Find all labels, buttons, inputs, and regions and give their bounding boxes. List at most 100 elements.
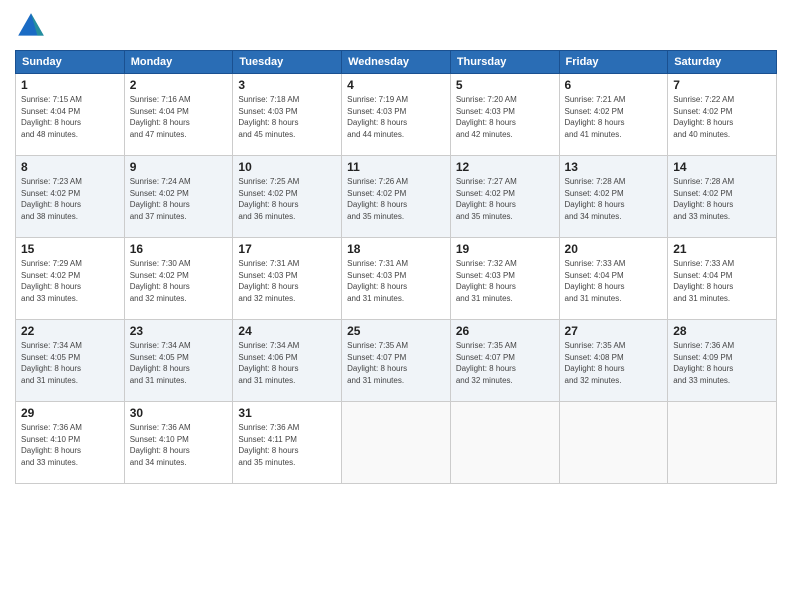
day-cell: 31 Sunrise: 7:36 AM Sunset: 4:11 PM Dayli… (233, 402, 342, 484)
day-cell: 18Sunrise: 7:31 AM Sunset: 4:03 PM Dayli… (342, 238, 451, 320)
day-number: 12 (456, 160, 554, 174)
day-cell: 2Sunrise: 7:16 AM Sunset: 4:04 PM Daylig… (124, 74, 233, 156)
day-cell: 24 Sunrise: 7:34 AM Sunset: 4:06 PM Dayli… (233, 320, 342, 402)
day-info: Sunrise: 7:22 AM Sunset: 4:02 PM Dayligh… (673, 94, 771, 140)
day-info: Sunrise: 7:23 AM Sunset: 4:02 PM Dayligh… (21, 176, 119, 222)
day-number: 30 (130, 406, 228, 420)
day-number: 8 (21, 160, 119, 174)
day-cell: 19Sunrise: 7:32 AM Sunset: 4:03 PM Dayli… (450, 238, 559, 320)
week-row-3: 15 Sunrise: 7:29 AM Sunset: 4:02 PM Dayli… (16, 238, 777, 320)
day-number: 15 (21, 242, 119, 256)
week-row-1: 1 Sunrise: 7:15 AM Sunset: 4:04 PM Daylig… (16, 74, 777, 156)
day-cell: 14 Sunrise: 7:28 AM Sunset: 4:02 PM Dayli… (668, 156, 777, 238)
day-number: 16 (130, 242, 228, 256)
day-info: Sunrise: 7:36 AM Sunset: 4:10 PM Dayligh… (21, 422, 119, 468)
day-number: 11 (347, 160, 445, 174)
day-number: 13 (565, 160, 663, 174)
logo-icon (15, 10, 47, 42)
day-info: Sunrise: 7:28 AM Sunset: 4:02 PM Dayligh… (565, 176, 663, 222)
calendar-table: SundayMondayTuesdayWednesdayThursdayFrid… (15, 50, 777, 484)
day-info: Sunrise: 7:15 AM Sunset: 4:04 PM Dayligh… (21, 94, 119, 140)
day-info: Sunrise: 7:36 AM Sunset: 4:10 PM Dayligh… (130, 422, 228, 468)
day-cell (342, 402, 451, 484)
day-cell: 4 Sunrise: 7:19 AM Sunset: 4:03 PM Daylig… (342, 74, 451, 156)
day-number: 1 (21, 78, 119, 92)
day-cell: 11 Sunrise: 7:26 AM Sunset: 4:02 PM Dayli… (342, 156, 451, 238)
calendar-page: SundayMondayTuesdayWednesdayThursdayFrid… (0, 0, 792, 612)
day-info: Sunrise: 7:20 AM Sunset: 4:03 PM Dayligh… (456, 94, 554, 140)
day-info: Sunrise: 7:24 AM Sunset: 4:02 PM Dayligh… (130, 176, 228, 222)
day-cell: 20Sunrise: 7:33 AM Sunset: 4:04 PM Dayli… (559, 238, 668, 320)
day-number: 28 (673, 324, 771, 338)
day-number: 27 (565, 324, 663, 338)
day-number: 26 (456, 324, 554, 338)
day-number: 10 (238, 160, 336, 174)
day-info: Sunrise: 7:28 AM Sunset: 4:02 PM Dayligh… (673, 176, 771, 222)
weekday-saturday: Saturday (668, 51, 777, 74)
weekday-thursday: Thursday (450, 51, 559, 74)
day-number: 24 (238, 324, 336, 338)
day-info: Sunrise: 7:16 AM Sunset: 4:04 PM Dayligh… (130, 94, 228, 140)
day-info: Sunrise: 7:33 AM Sunset: 4:04 PM Dayligh… (673, 258, 771, 304)
day-info: Sunrise: 7:25 AM Sunset: 4:02 PM Dayligh… (238, 176, 336, 222)
day-cell: 23 Sunrise: 7:34 AM Sunset: 4:05 PM Dayli… (124, 320, 233, 402)
day-info: Sunrise: 7:19 AM Sunset: 4:03 PM Dayligh… (347, 94, 445, 140)
day-cell: 9 Sunrise: 7:24 AM Sunset: 4:02 PM Daylig… (124, 156, 233, 238)
day-cell: 8 Sunrise: 7:23 AM Sunset: 4:02 PM Daylig… (16, 156, 125, 238)
day-info: Sunrise: 7:31 AM Sunset: 4:03 PM Dayligh… (347, 258, 445, 304)
day-cell: 26Sunrise: 7:35 AM Sunset: 4:07 PM Dayli… (450, 320, 559, 402)
weekday-tuesday: Tuesday (233, 51, 342, 74)
day-number: 31 (238, 406, 336, 420)
day-cell: 17 Sunrise: 7:31 AM Sunset: 4:03 PM Dayli… (233, 238, 342, 320)
day-number: 9 (130, 160, 228, 174)
day-info: Sunrise: 7:32 AM Sunset: 4:03 PM Dayligh… (456, 258, 554, 304)
day-cell: 27 Sunrise: 7:35 AM Sunset: 4:08 PM Dayli… (559, 320, 668, 402)
weekday-sunday: Sunday (16, 51, 125, 74)
day-number: 23 (130, 324, 228, 338)
day-number: 6 (565, 78, 663, 92)
day-number: 3 (238, 78, 336, 92)
day-number: 17 (238, 242, 336, 256)
logo (15, 10, 51, 42)
day-cell: 1 Sunrise: 7:15 AM Sunset: 4:04 PM Daylig… (16, 74, 125, 156)
day-info: Sunrise: 7:34 AM Sunset: 4:05 PM Dayligh… (130, 340, 228, 386)
weekday-wednesday: Wednesday (342, 51, 451, 74)
day-number: 4 (347, 78, 445, 92)
day-cell: 25Sunrise: 7:35 AM Sunset: 4:07 PM Dayli… (342, 320, 451, 402)
day-number: 22 (21, 324, 119, 338)
day-cell (559, 402, 668, 484)
day-number: 5 (456, 78, 554, 92)
day-number: 20 (565, 242, 663, 256)
day-number: 21 (673, 242, 771, 256)
day-cell: 6Sunrise: 7:21 AM Sunset: 4:02 PM Daylig… (559, 74, 668, 156)
day-info: Sunrise: 7:31 AM Sunset: 4:03 PM Dayligh… (238, 258, 336, 304)
day-info: Sunrise: 7:18 AM Sunset: 4:03 PM Dayligh… (238, 94, 336, 140)
day-info: Sunrise: 7:35 AM Sunset: 4:07 PM Dayligh… (347, 340, 445, 386)
day-info: Sunrise: 7:36 AM Sunset: 4:11 PM Dayligh… (238, 422, 336, 468)
day-cell: 15 Sunrise: 7:29 AM Sunset: 4:02 PM Dayli… (16, 238, 125, 320)
day-cell (668, 402, 777, 484)
day-cell: 28Sunrise: 7:36 AM Sunset: 4:09 PM Dayli… (668, 320, 777, 402)
week-row-4: 22 Sunrise: 7:34 AM Sunset: 4:05 PM Dayli… (16, 320, 777, 402)
day-cell: 21 Sunrise: 7:33 AM Sunset: 4:04 PM Dayli… (668, 238, 777, 320)
day-info: Sunrise: 7:27 AM Sunset: 4:02 PM Dayligh… (456, 176, 554, 222)
day-cell: 16 Sunrise: 7:30 AM Sunset: 4:02 PM Dayli… (124, 238, 233, 320)
day-info: Sunrise: 7:34 AM Sunset: 4:06 PM Dayligh… (238, 340, 336, 386)
day-cell: 29 Sunrise: 7:36 AM Sunset: 4:10 PM Dayli… (16, 402, 125, 484)
day-info: Sunrise: 7:35 AM Sunset: 4:08 PM Dayligh… (565, 340, 663, 386)
week-row-5: 29 Sunrise: 7:36 AM Sunset: 4:10 PM Dayli… (16, 402, 777, 484)
day-cell: 3 Sunrise: 7:18 AM Sunset: 4:03 PM Daylig… (233, 74, 342, 156)
day-cell: 10 Sunrise: 7:25 AM Sunset: 4:02 PM Dayli… (233, 156, 342, 238)
weekday-monday: Monday (124, 51, 233, 74)
day-cell: 13 Sunrise: 7:28 AM Sunset: 4:02 PM Dayli… (559, 156, 668, 238)
header (15, 10, 777, 42)
weekday-friday: Friday (559, 51, 668, 74)
day-number: 7 (673, 78, 771, 92)
day-info: Sunrise: 7:29 AM Sunset: 4:02 PM Dayligh… (21, 258, 119, 304)
day-number: 14 (673, 160, 771, 174)
day-info: Sunrise: 7:30 AM Sunset: 4:02 PM Dayligh… (130, 258, 228, 304)
day-number: 29 (21, 406, 119, 420)
day-cell: 7 Sunrise: 7:22 AM Sunset: 4:02 PM Daylig… (668, 74, 777, 156)
day-info: Sunrise: 7:26 AM Sunset: 4:02 PM Dayligh… (347, 176, 445, 222)
day-cell (450, 402, 559, 484)
